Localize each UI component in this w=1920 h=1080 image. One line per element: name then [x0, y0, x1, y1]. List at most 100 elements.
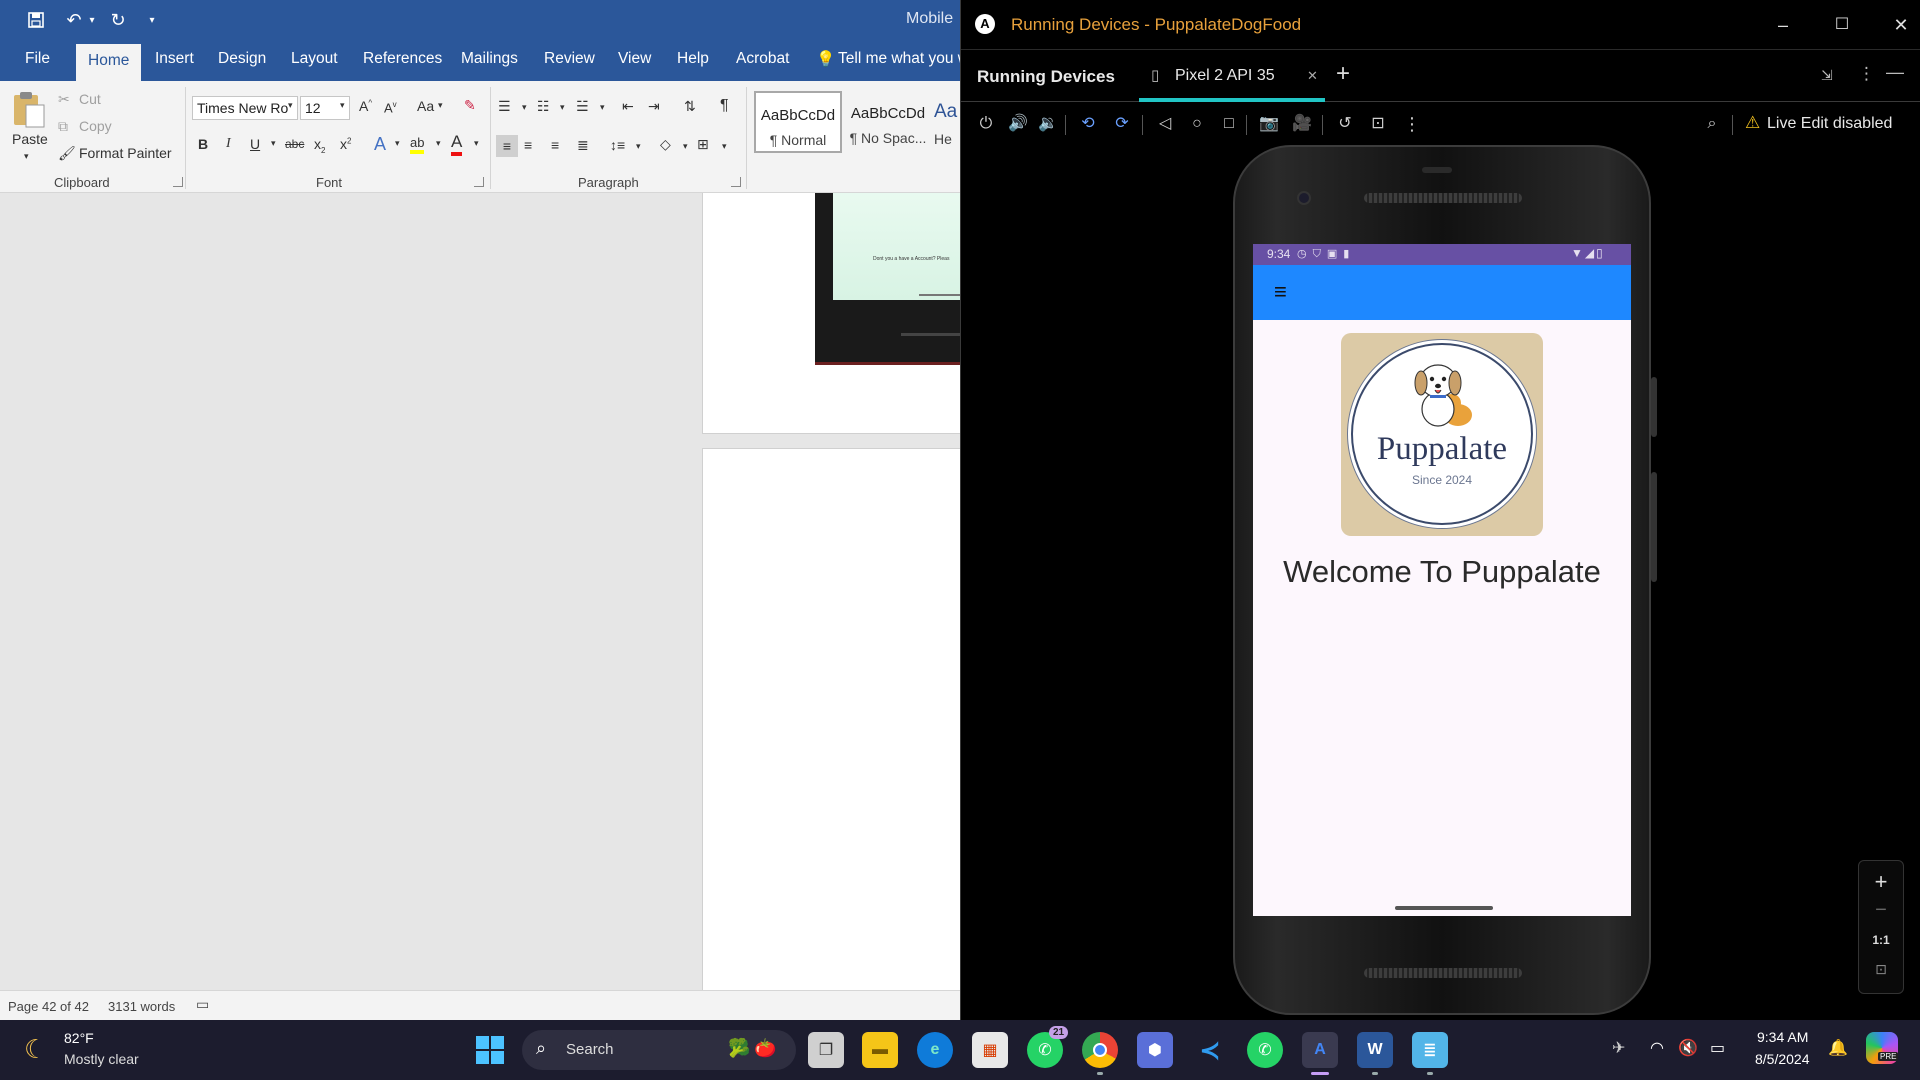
line-spacing-dropdown-icon[interactable]: ▾: [636, 141, 641, 152]
numbering-dropdown-icon[interactable]: ▾: [560, 102, 565, 113]
extended-controls-icon[interactable]: ⊡: [1367, 114, 1389, 134]
add-device-icon[interactable]: +: [1336, 60, 1350, 88]
align-right-icon[interactable]: ≡: [551, 137, 559, 153]
style-no-spacing[interactable]: AaBbCcDd ¶ No Spac...: [844, 91, 932, 153]
cut-button[interactable]: Cut: [79, 91, 101, 107]
volume-down-icon[interactable]: 🔉: [1037, 114, 1059, 134]
font-size-dropdown-icon[interactable]: ▾: [340, 100, 345, 111]
overview-icon[interactable]: □: [1218, 114, 1240, 134]
whatsapp-2-icon[interactable]: ✆: [1247, 1032, 1283, 1068]
zoom-actual-size-button[interactable]: 1:1: [1859, 933, 1903, 947]
tab-insert[interactable]: Insert: [155, 50, 194, 68]
copilot-icon[interactable]: PRE: [1866, 1032, 1899, 1064]
tab-view[interactable]: View: [618, 50, 651, 68]
focus-mode-icon[interactable]: ▭: [196, 996, 209, 1013]
word-icon[interactable]: W: [1357, 1032, 1393, 1068]
shrink-font-icon[interactable]: Av: [384, 100, 397, 115]
highlight-icon[interactable]: ab: [410, 134, 425, 154]
tab-file[interactable]: File: [25, 50, 50, 68]
screen-record-icon[interactable]: 🎥: [1291, 114, 1313, 134]
snapshot-icon[interactable]: ↺: [1334, 114, 1356, 134]
screenshot-icon[interactable]: 📷: [1258, 114, 1280, 134]
shading-icon[interactable]: ◇: [660, 136, 671, 153]
menu-icon[interactable]: ≡: [1274, 279, 1287, 305]
hide-panel-icon[interactable]: —: [1886, 62, 1904, 83]
justify-icon[interactable]: ≣: [577, 137, 589, 154]
3d-app-icon[interactable]: ⬢: [1137, 1032, 1173, 1068]
page-count[interactable]: Page 42 of 42: [8, 999, 89, 1014]
clear-formatting-icon[interactable]: ✎: [464, 97, 476, 114]
format-painter-button[interactable]: Format Painter: [79, 145, 172, 161]
text-effects-icon[interactable]: A: [374, 134, 386, 155]
task-view-icon[interactable]: ❐: [808, 1032, 844, 1068]
vscode-icon[interactable]: ≺: [1192, 1032, 1228, 1068]
line-spacing-icon[interactable]: ↕≡: [610, 137, 625, 153]
document-area[interactable]: Dont you a have a Account? Pleas: [0, 193, 960, 990]
word-count[interactable]: 3131 words: [108, 999, 175, 1014]
bullets-dropdown-icon[interactable]: ▾: [522, 102, 527, 113]
paste-dropdown-icon[interactable]: ▾: [24, 151, 29, 162]
borders-icon[interactable]: ⊞: [697, 136, 709, 153]
undo-dropdown-icon[interactable]: ▾: [86, 8, 98, 32]
increase-indent-icon[interactable]: ⇥: [648, 98, 660, 115]
sort-icon[interactable]: ⇅: [684, 98, 696, 115]
italic-button[interactable]: I: [226, 136, 231, 152]
tab-design[interactable]: Design: [218, 50, 266, 68]
superscript-icon[interactable]: x2: [340, 136, 351, 152]
emulator-screen[interactable]: 9:34 ◷⛉▣▮ ▼◢▯ ≡ Puppalate Since 2024 Wel…: [1253, 244, 1631, 916]
tab-layout[interactable]: Layout: [291, 50, 338, 68]
multilevel-list-icon[interactable]: ☱: [576, 98, 589, 115]
font-family-combo[interactable]: Times New Ro: [192, 96, 298, 120]
font-family-dropdown-icon[interactable]: ▾: [288, 100, 293, 111]
clock-date[interactable]: 8/5/2024: [1755, 1051, 1810, 1067]
notepad-icon[interactable]: ≣: [1412, 1032, 1448, 1068]
save-icon[interactable]: [24, 8, 48, 32]
edge-icon[interactable]: e: [917, 1032, 953, 1068]
volume-muted-icon[interactable]: 🔇: [1678, 1038, 1698, 1058]
device-search-icon[interactable]: ⌕: [1701, 114, 1723, 134]
home-icon[interactable]: ○: [1186, 114, 1208, 134]
whatsapp-icon[interactable]: ✆ 21: [1027, 1026, 1069, 1068]
underline-dropdown-icon[interactable]: ▾: [271, 138, 276, 149]
subscript-icon[interactable]: x2: [314, 136, 325, 155]
more-options-icon[interactable]: ⋮: [1858, 64, 1875, 84]
font-color-icon[interactable]: A: [451, 132, 463, 156]
paste-button[interactable]: Paste: [12, 131, 48, 147]
tab-review[interactable]: Review: [544, 50, 595, 68]
wifi-icon[interactable]: ◠: [1650, 1038, 1664, 1058]
font-color-dropdown-icon[interactable]: ▾: [474, 138, 479, 149]
rotate-left-icon[interactable]: ⟲: [1077, 114, 1099, 134]
rotate-right-icon[interactable]: ⟳: [1111, 114, 1133, 134]
highlight-dropdown-icon[interactable]: ▾: [436, 138, 441, 149]
minimize-icon[interactable]: –: [1771, 13, 1795, 37]
battery-icon[interactable]: ▭: [1710, 1038, 1725, 1058]
zoom-fit-icon[interactable]: ⊡: [1859, 961, 1903, 978]
grow-font-icon[interactable]: A^: [359, 98, 372, 114]
show-formatting-button[interactable]: ¶: [720, 97, 729, 115]
bullets-icon[interactable]: ☰: [498, 98, 511, 115]
style-normal[interactable]: AaBbCcDd ¶ Normal: [754, 91, 842, 153]
tab-pixel-2-api-35[interactable]: ▯ Pixel 2 API 35 ✕: [1139, 50, 1325, 102]
text-effects-dropdown-icon[interactable]: ▾: [395, 138, 400, 149]
start-button[interactable]: [472, 1032, 508, 1068]
notifications-icon[interactable]: 🔔: [1828, 1038, 1848, 1058]
airplane-mode-icon[interactable]: ✈: [1612, 1038, 1625, 1058]
borders-dropdown-icon[interactable]: ▾: [722, 141, 727, 152]
close-icon[interactable]: ✕: [1889, 13, 1913, 37]
align-center-icon[interactable]: ≡: [524, 137, 532, 153]
file-explorer-icon[interactable]: ▬: [862, 1032, 898, 1068]
chrome-icon[interactable]: [1082, 1032, 1118, 1068]
tab-references[interactable]: References: [363, 50, 442, 68]
zoom-in-button[interactable]: +: [1859, 869, 1903, 895]
numbering-icon[interactable]: ☷: [537, 98, 550, 115]
change-case-button[interactable]: Aa: [417, 98, 434, 114]
decrease-indent-icon[interactable]: ⇤: [622, 98, 634, 115]
paragraph-launcher-icon[interactable]: [731, 177, 741, 187]
tab-acrobat[interactable]: Acrobat: [736, 50, 789, 68]
bold-button[interactable]: B: [198, 136, 208, 152]
clock-time[interactable]: 9:34 AM: [1757, 1029, 1808, 1045]
change-case-dropdown-icon[interactable]: ▾: [438, 100, 443, 111]
redo-icon[interactable]: ↻: [106, 8, 130, 32]
style-heading[interactable]: Aa He: [934, 91, 960, 153]
toolbar-more-icon[interactable]: ⋮: [1401, 114, 1423, 134]
